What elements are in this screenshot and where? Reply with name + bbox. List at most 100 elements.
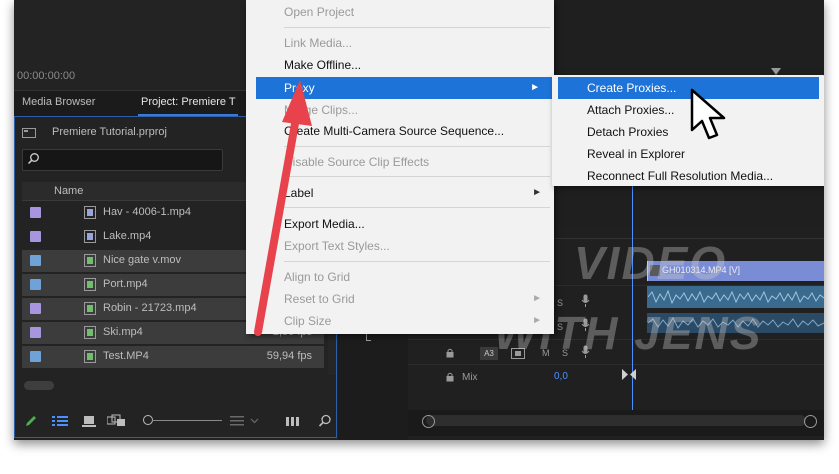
submenu-item-attach-proxies[interactable]: Attach Proxies...	[552, 99, 824, 121]
playhead-marker-icon	[771, 68, 781, 75]
menu-item-label: Create Proxies...	[587, 81, 677, 95]
automate-to-sequence-icon[interactable]	[286, 415, 302, 427]
menu-item-label-submenu[interactable]: Label ►	[246, 182, 554, 204]
pencil-icon[interactable]	[24, 414, 38, 428]
menu-item-label: Reconnect Full Resolution Media...	[587, 169, 774, 183]
microphone-icon[interactable]	[581, 345, 590, 359]
label-color-swatch[interactable]	[30, 231, 41, 242]
mix-volume-value[interactable]: 0,0	[554, 371, 568, 382]
menu-item-disable-source-clip-effects[interactable]: Disable Source Clip Effects	[246, 151, 554, 173]
submenu-item-reveal-in-explorer[interactable]: Reveal in Explorer	[552, 143, 824, 165]
label-color-swatch[interactable]	[30, 255, 41, 266]
menu-item-label: Label	[284, 186, 314, 200]
source-timecode: 00:00:00:00	[17, 70, 76, 82]
menu-item-clip-size[interactable]: Clip Size ►	[246, 310, 554, 332]
menu-item-create-multicam[interactable]: Create Multi-Camera Source Sequence...	[246, 120, 554, 142]
video-clip-icon	[84, 230, 96, 243]
audio-waveform	[648, 289, 824, 305]
microphone-icon[interactable]	[581, 318, 590, 332]
icon-view-icon[interactable]	[82, 414, 96, 427]
menu-item-open-project[interactable]: Open Project	[246, 1, 554, 23]
submenu-arrow-icon: ►	[532, 187, 542, 198]
submenu-item-reconnect-full-resolution[interactable]: Reconnect Full Resolution Media...	[552, 165, 824, 187]
solo-track-button[interactable]: S	[562, 348, 568, 358]
clip-name: Nice gate v.mov	[103, 254, 182, 266]
list-view-icon[interactable]	[52, 415, 68, 427]
solo-track-button[interactable]: S	[557, 322, 563, 332]
menu-separator	[284, 207, 550, 208]
menu-item-label: Proxy	[284, 81, 315, 95]
premiere-app-window: 00:00:00:00 Media Browser Project: Premi…	[14, 0, 824, 440]
clip-name: Ski.mp4	[103, 326, 143, 338]
sort-icons-icon[interactable]	[230, 415, 244, 427]
video-clip-icon	[84, 350, 96, 363]
microphone-icon[interactable]	[581, 294, 590, 308]
project-file-name: Premiere Tutorial.prproj	[52, 126, 167, 138]
menu-item-label: Reset to Grid	[284, 292, 355, 306]
clip-name: Port.mp4	[103, 278, 148, 290]
clip-frame-rate: 59,94 fps	[266, 350, 312, 362]
find-icon[interactable]	[318, 414, 332, 428]
track-divider	[408, 364, 824, 365]
video-clip-icon	[84, 302, 96, 315]
label-color-swatch[interactable]	[30, 327, 41, 338]
label-color-swatch[interactable]	[30, 279, 41, 290]
search-icon	[27, 153, 39, 165]
go-to-edit-point-icon[interactable]	[622, 369, 636, 380]
menu-item-merge-clips[interactable]: Merge Clips...	[246, 99, 554, 121]
menu-item-link-media[interactable]: Link Media...	[246, 32, 554, 54]
menu-item-label: Export Text Styles...	[284, 239, 390, 253]
menu-item-label: Make Offline...	[284, 58, 362, 72]
lock-icon[interactable]	[446, 348, 454, 358]
mute-track-button[interactable]: M	[542, 348, 550, 358]
video-clip-icon	[84, 278, 96, 291]
menu-item-proxy[interactable]: Proxy ►	[256, 77, 552, 99]
sync-lock-icon[interactable]	[511, 348, 525, 359]
track-divider	[408, 339, 824, 340]
menu-item-export-text-styles[interactable]: Export Text Styles...	[246, 235, 554, 257]
zoom-slider-track[interactable]	[152, 420, 222, 421]
menu-item-label: Attach Proxies...	[587, 103, 675, 117]
menu-item-reset-to-grid[interactable]: Reset to Grid ►	[246, 288, 554, 310]
submenu-item-create-proxies[interactable]: Create Proxies...	[558, 77, 819, 99]
scrollbar-right-handle[interactable]	[804, 415, 817, 428]
label-color-swatch[interactable]	[30, 207, 41, 218]
project-list-item[interactable]: Test.MP4 59,94 fps	[22, 346, 324, 368]
clip-name: Hav - 4006-1.mp4	[103, 206, 192, 218]
menu-item-label: Merge Clips...	[284, 103, 359, 117]
menu-item-export-media[interactable]: Export Media...	[246, 213, 554, 235]
context-menu: Open Project Link Media... Make Offline.…	[246, 0, 554, 334]
scrollbar-left-handle[interactable]	[422, 415, 435, 428]
menu-separator	[284, 146, 550, 147]
tab-project[interactable]: Project: Premiere T	[141, 96, 236, 108]
label-color-swatch[interactable]	[30, 351, 41, 362]
list-horizontal-scrollbar[interactable]	[24, 381, 54, 390]
menu-item-label: Create Multi-Camera Source Sequence...	[284, 124, 505, 138]
submenu-item-detach-proxies[interactable]: Detach Proxies	[552, 121, 824, 143]
tab-media-browser[interactable]: Media Browser	[22, 96, 95, 108]
menu-item-label: Export Media...	[284, 217, 365, 231]
project-search-input[interactable]	[22, 149, 223, 171]
submenu-arrow-icon: ►	[532, 315, 542, 326]
menu-separator	[284, 176, 550, 177]
label-color-swatch[interactable]	[30, 303, 41, 314]
track-label-a3[interactable]: A3	[480, 347, 498, 360]
timeline-zoom-scrollbar[interactable]	[426, 415, 806, 426]
menu-item-make-offline[interactable]: Make Offline...	[246, 54, 554, 76]
freeform-view-icon[interactable]	[107, 414, 125, 427]
chevron-down-icon[interactable]	[250, 418, 259, 424]
mouse-cursor-icon	[690, 88, 726, 140]
mix-track-label: Mix	[462, 372, 478, 383]
submenu-arrow-icon: ►	[530, 82, 540, 93]
menu-separator	[284, 27, 550, 28]
menu-item-align-to-grid[interactable]: Align to Grid	[246, 266, 554, 288]
video-clip-label: GH010314.MP4 [V]	[662, 265, 741, 275]
menu-item-label: Clip Size	[284, 314, 332, 328]
video-clip-icon	[84, 326, 96, 339]
menu-item-label: Detach Proxies	[587, 125, 669, 139]
lock-icon[interactable]	[446, 372, 454, 382]
playhead-line[interactable]	[632, 186, 633, 416]
solo-track-button[interactable]: S	[557, 298, 563, 308]
menu-item-label: Align to Grid	[284, 270, 351, 284]
column-header-name[interactable]: Name	[54, 185, 83, 197]
